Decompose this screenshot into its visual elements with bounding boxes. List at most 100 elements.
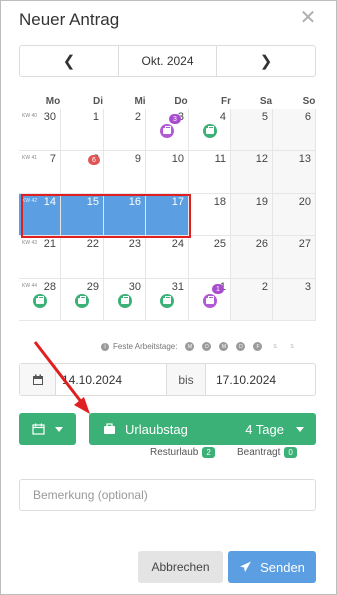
calendar-day[interactable]: 13 [273,151,316,194]
leave-days: 4 Tage [245,422,284,437]
date-separator: bis [166,364,206,395]
calendar-icon[interactable] [20,364,56,395]
next-month-button[interactable]: ❯ [217,46,315,76]
weekday-mo: Mo [45,96,61,107]
day-number: 2 [134,111,141,123]
vacation-badge-icon[interactable] [118,294,132,308]
calendar-day[interactable]: 29 [61,279,104,321]
day-number: 22 [86,238,99,250]
calendar-day[interactable]: 10 [146,151,189,194]
briefcase-icon [104,423,115,434]
date-from-input[interactable]: 14.10.2024 [56,364,166,395]
calendar-check-icon [32,423,45,435]
vacation-badge-icon[interactable] [75,294,89,308]
close-icon[interactable]: ✕ [298,8,318,28]
day-number: 23 [128,238,141,250]
calendar-day[interactable]: 11 [189,279,231,321]
current-month: Okt. 2024 [118,46,217,76]
fixed-workdays-label: Feste Arbeitstage: [113,342,178,351]
remaining-leave-value: 2 [202,447,215,458]
requested-leave-value: 0 [284,447,297,458]
calendar-day[interactable]: 2 [104,109,146,151]
leave-type-dropdown[interactable]: Urlaubstag 4 Tage [89,413,316,445]
day-number: 21 [43,238,56,250]
calendar-day[interactable]: 20 [273,194,316,236]
calendar-day[interactable]: 12 [231,151,273,194]
weekday-fr: Fr [221,96,231,107]
day-number: 20 [298,196,311,208]
calendar-day[interactable]: 1 [61,109,104,151]
calendar-day[interactable]: 6 [273,109,316,151]
remaining-leave: Resturlaub 2 [150,447,215,458]
dialog-title: Neuer Antrag [19,10,120,29]
month-navigation: ❮ Okt. 2024 ❯ [19,45,316,77]
remark-input[interactable]: Bemerkung (optional) [19,479,316,511]
send-button[interactable]: Senden [228,551,316,583]
calendar-day[interactable]: 9 [104,151,146,194]
day-number: 7 [49,153,56,165]
cancel-button[interactable]: Abbrechen [138,551,223,583]
selection-highlight [21,194,191,238]
vacation-badge-icon[interactable] [160,294,174,308]
calendar-day[interactable]: KW 41 7 [19,151,61,194]
week-number: KW 43 [22,240,38,246]
date-range: 14.10.2024 bis 17.10.2024 [19,363,316,396]
calendar-day[interactable]: 3 [273,279,316,321]
calendar-day[interactable]: 27 [273,236,316,279]
remaining-leave-label: Resturlaub [150,447,199,458]
weekday-di: Di [93,96,103,107]
workday-mo: M [185,342,195,351]
calendar-day[interactable]: KW 40 30 [19,109,61,151]
day-number: 19 [255,196,268,208]
day-number: 30 [128,281,141,293]
day-number: 24 [171,238,184,250]
send-button-label: Senden [260,559,305,575]
calendar-day[interactable]: 23 [104,236,146,279]
prev-month-button[interactable]: ❮ [20,46,118,76]
calendar-type-dropdown[interactable] [19,413,76,445]
event-count-badge: 6 [88,155,100,165]
calendar-day[interactable]: KW 43 21 [19,236,61,279]
day-number: 28 [43,281,56,293]
workday-mi: M [219,342,229,351]
chevron-left-icon: ❮ [62,53,76,70]
workday-so: S [290,343,294,350]
calendar-day[interactable]: KW 44 28 [19,279,61,321]
week-number: KW 44 [22,283,38,289]
day-number: 13 [298,153,311,165]
requested-leave: Beantragt 0 [237,447,297,458]
event-badge-icon[interactable] [160,124,174,138]
workday-do: D [236,342,246,351]
day-number: 2 [261,281,268,293]
day-number: 6 [304,111,311,123]
chevron-down-icon [296,427,304,432]
info-icon: i [101,342,109,351]
event-badge-icon[interactable] [203,294,217,308]
day-number: 31 [171,281,184,293]
fixed-workdays: i Feste Arbeitstage: M D M D F S S [101,342,296,351]
calendar-day[interactable]: 24 [146,236,189,279]
calendar-day[interactable]: 25 [189,236,231,279]
calendar-day[interactable]: 2 [231,279,273,321]
calendar-day[interactable]: 33 [146,109,189,151]
calendar-day[interactable]: 22 [61,236,104,279]
vacation-badge-icon[interactable] [203,124,217,138]
calendar-day[interactable]: 4 [189,109,231,151]
chevron-right-icon: ❯ [259,53,273,70]
workday-fr: F [253,342,263,351]
calendar-day[interactable]: 19 [231,194,273,236]
day-number: 11 [214,153,226,165]
day-number: 4 [219,111,226,123]
calendar-day[interactable]: 86 [61,151,104,194]
weekday-sa: Sa [259,96,273,107]
calendar-day[interactable]: 31 [146,279,189,321]
day-number: 10 [171,153,184,165]
calendar-day[interactable]: 18 [189,194,231,236]
calendar-day[interactable]: 30 [104,279,146,321]
send-icon [240,561,252,572]
vacation-badge-icon[interactable] [33,294,47,308]
calendar-day[interactable]: 11 [189,151,231,194]
calendar-day[interactable]: 26 [231,236,273,279]
date-to-input[interactable]: 17.10.2024 [206,364,315,395]
calendar-day[interactable]: 5 [231,109,273,151]
